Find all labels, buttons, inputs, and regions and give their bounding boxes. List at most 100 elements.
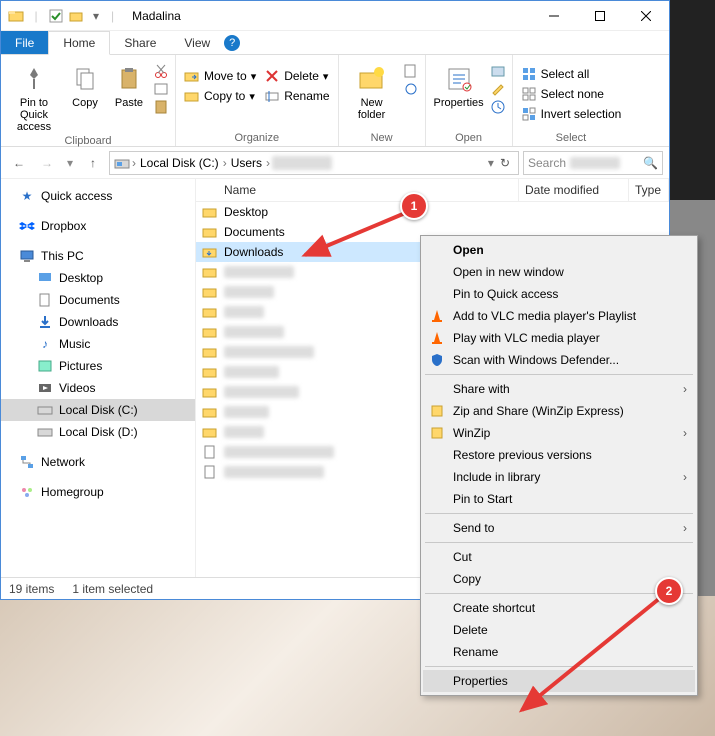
- ctx-vlc-play[interactable]: Play with VLC media player: [423, 327, 695, 349]
- folder-move-icon: [184, 68, 200, 84]
- ctx-restore[interactable]: Restore previous versions: [423, 444, 695, 466]
- copy-path-icon[interactable]: [153, 81, 169, 97]
- group-label: Clipboard: [7, 133, 169, 149]
- list-item[interactable]: Desktop: [196, 202, 669, 222]
- folder-icon: [202, 264, 218, 280]
- back-button[interactable]: ←: [7, 151, 31, 175]
- paste-button[interactable]: Paste: [109, 59, 149, 109]
- chevron-right-icon[interactable]: ›: [223, 156, 227, 170]
- tab-share[interactable]: Share: [110, 31, 170, 54]
- paste-label: Paste: [115, 97, 143, 109]
- breadcrumb[interactable]: Local Disk (C:): [138, 156, 221, 170]
- nav-quick-access[interactable]: ★Quick access: [1, 185, 195, 207]
- address-bar[interactable]: › Local Disk (C:) › Users › ████ ▾ ↻: [109, 151, 519, 175]
- select-all-button[interactable]: Select all: [519, 65, 624, 83]
- col-name[interactable]: Name: [196, 179, 519, 201]
- help-icon[interactable]: ?: [224, 35, 240, 51]
- rename-icon: [264, 88, 280, 104]
- chevron-right-icon: ›: [683, 470, 687, 484]
- music-icon: ♪: [37, 336, 53, 352]
- nav-dropbox[interactable]: Dropbox: [1, 215, 195, 237]
- ctx-open[interactable]: Open: [423, 239, 695, 261]
- nav-this-pc[interactable]: This PC: [1, 245, 195, 267]
- nav-music[interactable]: ♪Music: [1, 333, 195, 355]
- navigation-pane[interactable]: ★Quick access Dropbox This PC Desktop Do…: [1, 179, 196, 577]
- ribbon-tabs: File Home Share View ?: [1, 31, 669, 55]
- nav-desktop[interactable]: Desktop: [1, 267, 195, 289]
- nav-downloads[interactable]: Downloads: [1, 311, 195, 333]
- nav-local-disk-c[interactable]: Local Disk (C:): [1, 399, 195, 421]
- rename-label: Rename: [284, 89, 329, 103]
- pin-quick-access-button[interactable]: Pin to Quick access: [7, 59, 61, 133]
- chevron-down-icon[interactable]: ▾: [488, 156, 494, 170]
- breadcrumb-blurred[interactable]: ████: [272, 156, 332, 170]
- callout-arrow-2: [510, 590, 670, 720]
- properties-button[interactable]: Properties: [432, 59, 486, 109]
- search-input[interactable]: Search 🔍: [523, 151, 663, 175]
- ctx-send-to[interactable]: Send to›: [423, 517, 695, 539]
- ctx-share-with[interactable]: Share with›: [423, 378, 695, 400]
- copy-to-button[interactable]: Copy to ▾: [182, 87, 258, 105]
- recent-dropdown-icon[interactable]: ▾: [63, 151, 77, 175]
- select-none-button[interactable]: Select none: [519, 85, 624, 103]
- maximize-button[interactable]: [577, 1, 623, 31]
- checkbox-icon[interactable]: [47, 7, 65, 25]
- ctx-pin-quick-access[interactable]: Pin to Quick access: [423, 283, 695, 305]
- forward-button[interactable]: →: [35, 151, 59, 175]
- minimize-button[interactable]: [531, 1, 577, 31]
- nav-homegroup[interactable]: Homegroup: [1, 481, 195, 503]
- new-folder-button[interactable]: New folder: [345, 59, 399, 121]
- ctx-defender[interactable]: Scan with Windows Defender...: [423, 349, 695, 371]
- delete-icon: [264, 68, 280, 84]
- nav-network[interactable]: Network: [1, 451, 195, 473]
- invert-selection-button[interactable]: Invert selection: [519, 105, 624, 123]
- cut-icon[interactable]: [153, 63, 169, 79]
- up-button[interactable]: ↑: [81, 151, 105, 175]
- ctx-copy[interactable]: Copy: [423, 568, 695, 590]
- folder-icon: [7, 7, 25, 25]
- folder-icon: [202, 324, 218, 340]
- ctx-zip-share[interactable]: Zip and Share (WinZip Express): [423, 400, 695, 422]
- chevron-right-icon[interactable]: ›: [132, 156, 136, 170]
- ctx-cut[interactable]: Cut: [423, 546, 695, 568]
- col-date[interactable]: Date modified: [519, 179, 629, 201]
- invert-icon: [521, 106, 537, 122]
- nav-local-disk-d[interactable]: Local Disk (D:): [1, 421, 195, 443]
- select-none-label: Select none: [541, 87, 604, 101]
- ctx-open-new-window[interactable]: Open in new window: [423, 261, 695, 283]
- folder-small-icon: [67, 7, 85, 25]
- nav-documents[interactable]: Documents: [1, 289, 195, 311]
- tab-file[interactable]: File: [1, 31, 48, 54]
- copy-button[interactable]: Copy: [65, 59, 105, 109]
- new-item-icon[interactable]: [403, 63, 419, 79]
- chevron-right-icon: ›: [683, 521, 687, 535]
- rename-button[interactable]: Rename: [262, 87, 331, 105]
- nav-videos[interactable]: Videos: [1, 377, 195, 399]
- nav-pictures[interactable]: Pictures: [1, 355, 195, 377]
- ctx-vlc-add[interactable]: Add to VLC media player's Playlist: [423, 305, 695, 327]
- tab-home[interactable]: Home: [48, 31, 110, 55]
- callout-1: 1: [400, 192, 428, 220]
- tab-view[interactable]: View: [170, 31, 224, 54]
- ctx-winzip[interactable]: WinZip›: [423, 422, 695, 444]
- breadcrumb[interactable]: Users: [229, 156, 264, 170]
- refresh-icon[interactable]: ↻: [496, 156, 514, 170]
- easy-access-icon[interactable]: [403, 81, 419, 97]
- ctx-pin-start[interactable]: Pin to Start: [423, 488, 695, 510]
- col-type[interactable]: Type: [629, 179, 669, 201]
- history-icon[interactable]: [490, 99, 506, 115]
- desktop-icon: [37, 270, 53, 286]
- vlc-icon: [429, 308, 445, 324]
- chevron-right-icon[interactable]: ›: [266, 156, 270, 170]
- group-new: New folder New: [339, 55, 426, 146]
- move-to-button[interactable]: Move to ▾: [182, 67, 258, 85]
- folder-icon: [202, 204, 218, 220]
- paste-shortcut-icon[interactable]: [153, 99, 169, 115]
- close-button[interactable]: [623, 1, 669, 31]
- edit-icon[interactable]: [490, 81, 506, 97]
- ctx-include-library[interactable]: Include in library›: [423, 466, 695, 488]
- open-icon[interactable]: [490, 63, 506, 79]
- qat-dropdown-icon[interactable]: ▾: [87, 7, 105, 25]
- group-open: Properties Open: [426, 55, 513, 146]
- delete-button[interactable]: Delete ▾: [262, 67, 331, 85]
